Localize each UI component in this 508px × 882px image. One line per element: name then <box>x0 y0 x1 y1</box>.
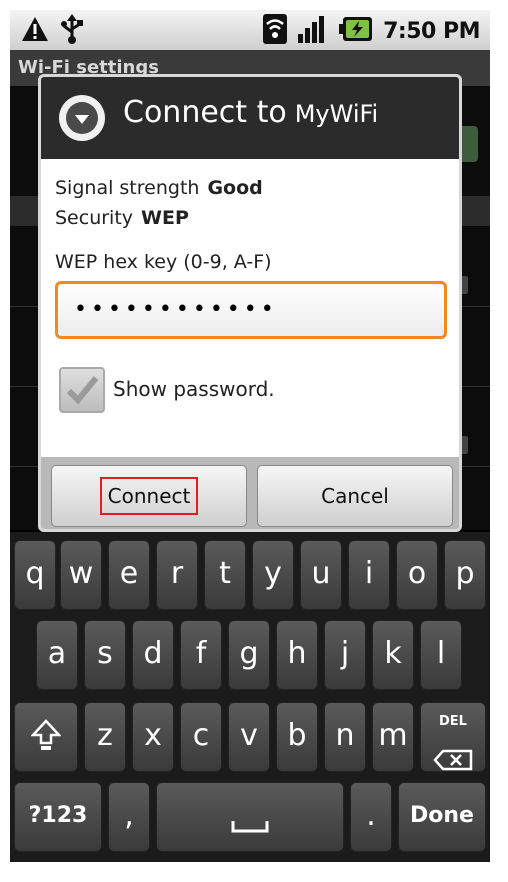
delete-key-label: DEL <box>439 714 467 729</box>
key-f[interactable]: f <box>180 620 222 690</box>
key-j[interactable]: j <box>324 620 366 690</box>
comma-key[interactable]: , <box>108 782 150 852</box>
security-value: WEP <box>141 207 189 229</box>
key-k[interactable]: k <box>372 620 414 690</box>
shift-key[interactable] <box>14 702 78 772</box>
usb-icon <box>60 14 84 48</box>
dialog-title: Connect to MyWiFi <box>123 95 378 130</box>
delete-key[interactable]: DEL <box>420 702 486 772</box>
soft-keyboard: q w e r t y u i o p a s d f g h j k l z … <box>10 532 490 862</box>
key-r[interactable]: r <box>156 540 198 610</box>
key-q[interactable]: q <box>14 540 56 610</box>
clock: 7:50 PM <box>383 18 480 44</box>
cancel-button-label: Cancel <box>321 484 389 508</box>
show-password-label[interactable]: Show password. <box>113 377 275 401</box>
key-m[interactable]: m <box>372 702 414 772</box>
key-d[interactable]: d <box>132 620 174 690</box>
network-ssid: MyWiFi <box>294 100 379 128</box>
key-v[interactable]: v <box>228 702 270 772</box>
key-n[interactable]: n <box>324 702 366 772</box>
wep-key-input[interactable]: •••••••••••• <box>55 281 447 339</box>
wifi-dialog-icon <box>59 95 105 141</box>
security-row: Security WEP <box>55 207 189 229</box>
battery-icon <box>339 16 373 46</box>
key-x[interactable]: x <box>132 702 174 772</box>
connect-dialog: Connect to MyWiFi Signal strength Good Sec… <box>38 74 462 532</box>
dialog-body: Signal strength Good Security WEP WEP hex … <box>41 159 459 459</box>
key-l[interactable]: l <box>420 620 462 690</box>
done-key[interactable]: Done <box>398 782 486 852</box>
key-a[interactable]: a <box>36 620 78 690</box>
key-e[interactable]: e <box>108 540 150 610</box>
security-label: Security <box>55 207 134 229</box>
dialog-title-text: Connect to <box>123 95 287 130</box>
key-g[interactable]: g <box>228 620 270 690</box>
key-w[interactable]: w <box>60 540 102 610</box>
connect-button-label: Connect <box>99 477 199 515</box>
key-z[interactable]: z <box>84 702 126 772</box>
show-password-checkbox[interactable] <box>59 367 105 413</box>
key-y[interactable]: y <box>252 540 294 610</box>
key-i[interactable]: i <box>348 540 390 610</box>
key-o[interactable]: o <box>396 540 438 610</box>
key-u[interactable]: u <box>300 540 342 610</box>
key-p[interactable]: p <box>444 540 486 610</box>
signal-strength-label: Signal strength <box>55 177 200 199</box>
connect-button[interactable]: Connect <box>51 465 247 527</box>
signal-icon <box>297 14 329 48</box>
shift-icon <box>30 719 62 750</box>
dialog-header: Connect to MyWiFi <box>41 77 459 159</box>
cancel-button[interactable]: Cancel <box>257 465 453 527</box>
phone-screen: 7:50 PM Wi-Fi settings Connect toMyWiFi <box>10 10 490 862</box>
wifi-icon <box>263 14 288 48</box>
warning-icon <box>20 15 50 47</box>
checkmark-icon <box>66 376 99 405</box>
key-c[interactable]: c <box>180 702 222 772</box>
backspace-icon <box>433 749 473 771</box>
signal-strength-value: Good <box>207 177 263 199</box>
key-t[interactable]: t <box>204 540 246 610</box>
key-h[interactable]: h <box>276 620 318 690</box>
space-key[interactable] <box>156 782 344 852</box>
signal-strength-row: Signal strength Good <box>55 177 263 199</box>
dialog-buttons: Connect Cancel <box>41 457 459 529</box>
symbols-key[interactable]: ?123 <box>14 782 102 852</box>
wep-key-label: WEP hex key (0-9, A-F) <box>55 251 272 273</box>
period-key[interactable]: . <box>350 782 392 852</box>
status-bar: 7:50 PM <box>10 10 490 50</box>
key-s[interactable]: s <box>84 620 126 690</box>
key-b[interactable]: b <box>276 702 318 772</box>
space-bar-icon <box>231 821 269 833</box>
